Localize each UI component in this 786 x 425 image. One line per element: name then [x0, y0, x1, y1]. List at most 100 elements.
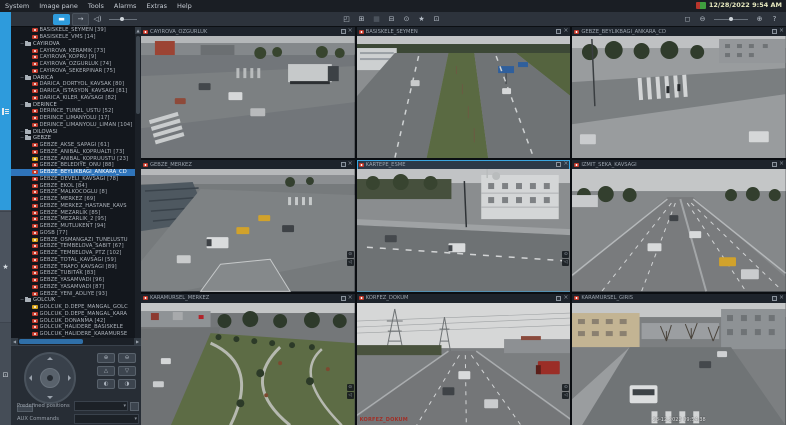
snapshot-icon[interactable]: ⊙ — [562, 384, 569, 391]
menu-item[interactable]: System — [5, 2, 29, 10]
digital-zoom-slider[interactable] — [714, 19, 748, 20]
print-icon[interactable]: ⊟ — [385, 14, 398, 25]
audio-icon[interactable]: ◁ — [562, 259, 569, 266]
tree-item-camera[interactable]: BASISKELE_VMS [14] — [11, 34, 135, 41]
tree-item-camera[interactable]: GEBZE_TEMBELOVA_SABIT [67] — [11, 243, 135, 250]
snapshot-icon[interactable]: ⊙ — [400, 14, 413, 25]
camera-tile-6[interactable]: IZMIT_SEKA_KAVSAGI — [572, 160, 786, 291]
camera-tile-5-selected[interactable]: KARTEPE_ESME — [357, 160, 571, 291]
menu-item[interactable]: Image pane — [39, 2, 78, 10]
help-icon[interactable]: ? — [768, 14, 781, 25]
speaker-icon[interactable]: ◁) — [91, 14, 104, 25]
audio-icon[interactable]: ◁ — [347, 259, 354, 266]
tree-item-camera[interactable]: GEBZE_MALKOCOGLU [8] — [11, 189, 135, 196]
tree-item-camera[interactable]: GEBZE_YENI_ADLIYE [93] — [11, 290, 135, 297]
goto-position-button[interactable] — [130, 402, 139, 411]
tile-menu-icon[interactable] — [556, 162, 561, 167]
audio-icon[interactable]: ◁ — [347, 392, 354, 399]
tree-item-camera[interactable]: GEBZE_DEVELI_KAVSAGI [78] — [11, 176, 135, 183]
zoom-in-icon[interactable]: ⊕ — [753, 14, 766, 25]
scrollbar-thumb[interactable] — [136, 36, 140, 114]
tab-favorites[interactable]: ★ — [0, 211, 11, 322]
tree-item-folder[interactable]: GOLCUK — [11, 297, 135, 304]
tree-item-camera[interactable]: GEBZE_BELEDIYE_ONU [88] — [11, 162, 135, 169]
ptz-direction-pad[interactable] — [24, 352, 76, 404]
scroll-right-icon[interactable]: ▶ — [134, 338, 141, 345]
tile-close-icon[interactable] — [563, 29, 568, 34]
tile-menu-icon[interactable] — [556, 296, 561, 301]
tree-item-camera[interactable]: GOLCUK_HALIDERE_KARAMURSE — [11, 331, 135, 338]
new-image-pane-icon[interactable]: ⊞ — [355, 14, 368, 25]
tab-image-panes[interactable]: ⊡ — [0, 322, 11, 425]
favorites-icon[interactable]: ★ — [415, 14, 428, 25]
menu-item[interactable]: Alarms — [114, 2, 137, 10]
tree-item-folder[interactable]: DILOVASI — [11, 128, 135, 135]
tile-close-icon[interactable] — [348, 162, 353, 167]
zoom-out-icon[interactable]: ⊖ — [696, 14, 709, 25]
ptz-zoom-out-button[interactable]: ⊖ — [118, 353, 136, 363]
tree-item-camera[interactable]: DARICA_KILER_KAVSAGI [82] — [11, 95, 135, 102]
camera-tile-7[interactable]: KARAMURSEL_MERKEZ — [141, 294, 355, 425]
tile-menu-icon[interactable] — [772, 296, 777, 301]
volume-slider[interactable] — [109, 19, 137, 20]
ptz-down-icon[interactable] — [47, 396, 53, 399]
tree-item-camera[interactable]: GEBZE_EKOL [84] — [11, 182, 135, 189]
predefined-positions-select[interactable] — [74, 401, 128, 411]
tile-menu-icon[interactable] — [341, 29, 346, 34]
tile-menu-icon[interactable] — [772, 29, 777, 34]
tile-close-icon[interactable] — [563, 162, 568, 167]
tab-device-tree[interactable] — [0, 12, 11, 210]
tree-item-camera[interactable]: DERINCE_TUNEL_USTU [52] — [11, 108, 135, 115]
select-image-pane-icon[interactable]: ◰ — [340, 14, 353, 25]
tree-item-camera[interactable]: DARICA_ISTASYON_KAVSAGI [81] — [11, 88, 135, 95]
tree-item-camera[interactable]: DARICA_DORTYOL_KAVSAK [80] — [11, 81, 135, 88]
menu-item[interactable]: Extras — [146, 2, 167, 10]
tree-item-camera[interactable]: GEBZE_MERKEZ [69] — [11, 196, 135, 203]
tile-menu-icon[interactable] — [341, 162, 346, 167]
tree-item-camera[interactable]: GEBZE_TOTAL_KAVSAGI [59] — [11, 257, 135, 264]
ptz-right-icon[interactable] — [68, 375, 71, 381]
ptz-focus-far-button[interactable]: ▽ — [118, 366, 136, 376]
scrollbar-thumb[interactable] — [19, 339, 83, 344]
tile-close-icon[interactable] — [779, 296, 784, 301]
snapshot-icon[interactable]: ⊙ — [347, 251, 354, 258]
tree-item-camera[interactable]: GEBZE_ANIBAL_KOPRUUSTU [23] — [11, 155, 135, 162]
aux-commands-select[interactable] — [74, 414, 139, 424]
tree-item-camera[interactable]: GEBZE_TRAFO_KAVSAGI [89] — [11, 263, 135, 270]
tree-item-camera[interactable]: GEBZE_OSMANGAZI_TUNELUSTU — [11, 236, 135, 243]
tree-item-camera[interactable]: GEBZE_MEZARLIK [85] — [11, 209, 135, 216]
tree-item-camera[interactable]: GOLCUK_DONANMA [42] — [11, 317, 135, 324]
tile-menu-icon[interactable] — [341, 296, 346, 301]
tree-item-camera[interactable]: GEBZE_TEMBELOVA_PTZ [102] — [11, 250, 135, 257]
tile-close-icon[interactable] — [348, 29, 353, 34]
tile-menu-icon[interactable] — [772, 162, 777, 167]
tree-item-camera[interactable]: CAYIROVA_KOPRU [9] — [11, 54, 135, 61]
tile-close-icon[interactable] — [348, 296, 353, 301]
tree-item-camera[interactable]: GOLCUK_D.DEPE_MANGAL_GOLC — [11, 304, 135, 311]
tree-item-camera[interactable]: CAYIROVA_OZGURLUK [74] — [11, 61, 135, 68]
tile-menu-icon[interactable] — [556, 29, 561, 34]
tree-item-camera[interactable]: GOLCUK_D.DEPE_MANGAL_KARA — [11, 311, 135, 318]
tree-item-camera[interactable]: DERINCE_LIMANYOLU_LIMAN [104] — [11, 122, 135, 129]
ptz-center-button[interactable] — [40, 368, 60, 388]
tree-item-camera[interactable]: GEBZE_YASAMVADI [87] — [11, 284, 135, 291]
camera-tile-8[interactable]: KORFEZ_DOKUM — [357, 294, 571, 425]
next-pane-button[interactable]: → — [72, 13, 89, 26]
ptz-iris-close-button[interactable]: ◑ — [118, 379, 136, 389]
camera-tile-1[interactable]: CAYIROVA_OZGURLUK — [141, 27, 355, 158]
tree-item-camera[interactable]: DERINCE_LIMANYOLU [17] — [11, 115, 135, 122]
tree-item-camera[interactable]: GOSB [77] — [11, 230, 135, 237]
fullscreen-icon[interactable]: ◻ — [681, 14, 694, 25]
camera-tile-4[interactable]: GEBZE_MERKEZ — [141, 160, 355, 291]
tree-item-folder[interactable]: GEBZE — [11, 135, 135, 142]
tile-close-icon[interactable] — [779, 29, 784, 34]
tree-item-camera[interactable]: GEBZE_TUBITAK [83] — [11, 270, 135, 277]
tree-item-camera-selected[interactable]: GEBZE_BEYLIKBAGI_ANKARA_CD — [11, 169, 135, 176]
tree-item-camera[interactable]: GEBZE_MUTLUKENT [94] — [11, 223, 135, 230]
tree-item-camera[interactable]: GEBZE_MEZARLIK_2 [95] — [11, 216, 135, 223]
tree-item-folder[interactable]: CAYIROVA — [11, 41, 135, 48]
tree-item-camera[interactable]: BASISKELE_SEYMEN [39] — [11, 27, 135, 34]
audio-icon[interactable]: ◁ — [562, 392, 569, 399]
tree-item-camera[interactable]: CAYIROVA_KERAMIK [73] — [11, 47, 135, 54]
snapshot-icon[interactable]: ⊙ — [347, 384, 354, 391]
